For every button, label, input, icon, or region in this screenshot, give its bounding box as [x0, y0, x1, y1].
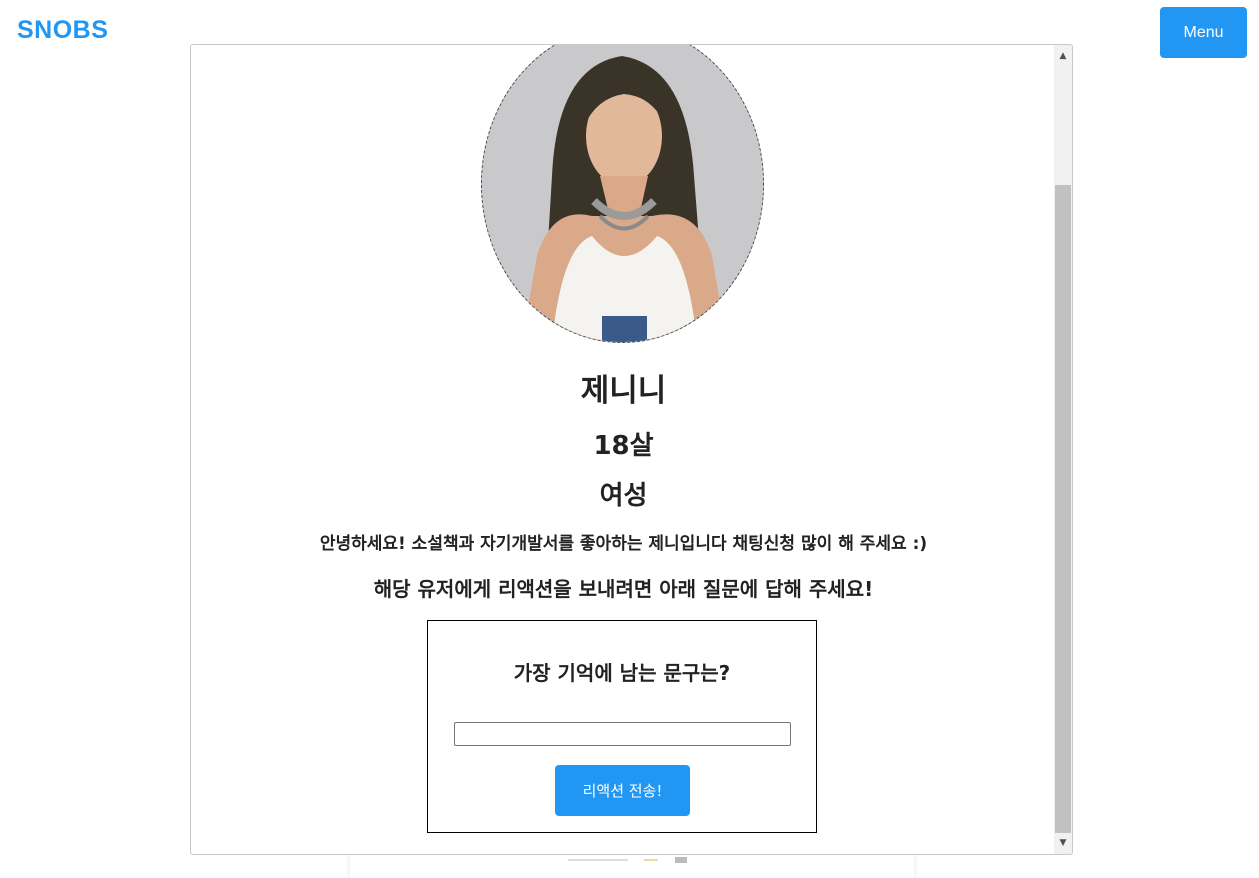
reaction-question-box: 가장 기억에 남는 문구는? 리액션 전송! — [427, 620, 817, 833]
scroll-up-arrow-icon[interactable]: ▲ — [1054, 47, 1072, 65]
profile-modal: 제니니 18살 여성 안녕하세요! 소설책과 자기개발서를 좋아하는 제니입니다… — [190, 44, 1073, 855]
reaction-question: 가장 기억에 남는 문구는? — [513, 661, 731, 685]
reaction-prompt: 해당 유저에게 리액션을 보내려면 아래 질문에 답해 주세요! — [373, 577, 874, 601]
scroll-down-arrow-icon[interactable]: ▼ — [1054, 834, 1072, 852]
send-reaction-button[interactable]: 리액션 전송! — [555, 765, 690, 816]
profile-gender: 여성 — [599, 481, 648, 511]
profile-photo — [481, 45, 764, 343]
background-card — [350, 855, 914, 878]
menu-button[interactable]: Menu — [1160, 7, 1247, 58]
profile-bio: 안녕하세요! 소설책과 자기개발서를 좋아하는 제니입니다 채팅신청 많이 해 … — [319, 534, 928, 554]
app-logo[interactable]: SNOBS — [17, 16, 108, 45]
background-mark — [644, 859, 658, 861]
profile-name: 제니니 — [580, 373, 667, 409]
profile-content: 제니니 18살 여성 안녕하세요! 소설책과 자기개발서를 좋아하는 제니입니다… — [191, 45, 1056, 854]
scrollbar-thumb[interactable] — [1055, 185, 1071, 833]
profile-age: 18살 — [593, 431, 654, 461]
background-text-line — [568, 859, 628, 861]
background-mark — [675, 857, 687, 863]
modal-scrollbar[interactable]: ▲ ▼ — [1054, 45, 1072, 854]
answer-input[interactable] — [454, 722, 791, 746]
